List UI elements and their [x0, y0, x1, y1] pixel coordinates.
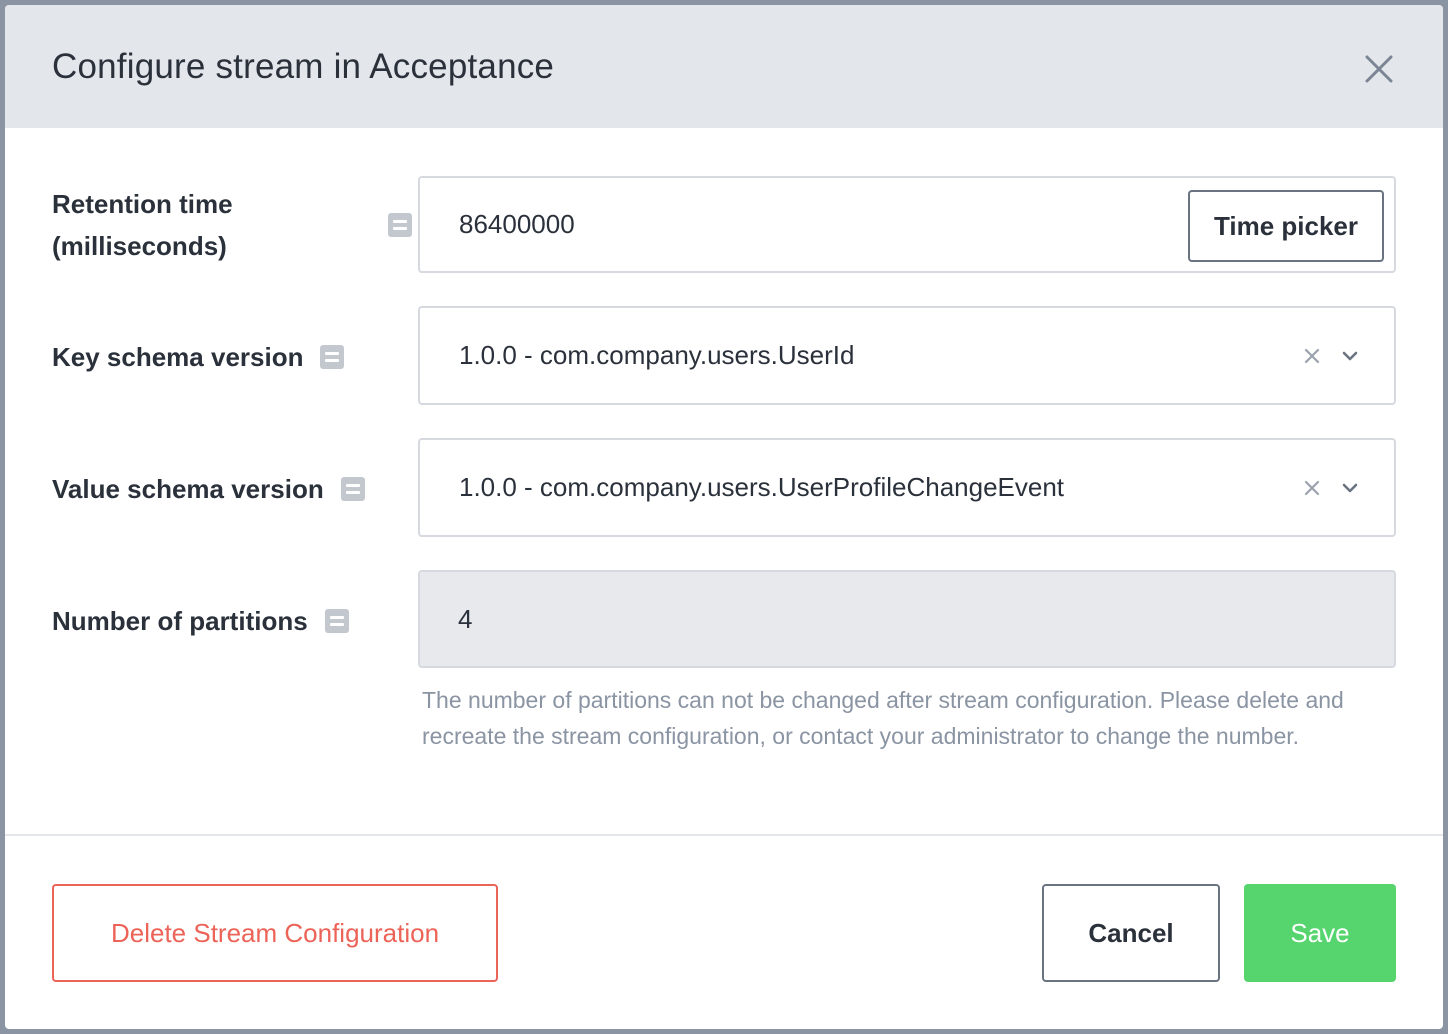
key-schema-value: 1.0.0 - com.company.users.UserId — [459, 340, 855, 370]
key-schema-select[interactable]: 1.0.0 - com.company.users.UserId — [418, 306, 1396, 405]
partitions-input: 4 — [418, 570, 1396, 668]
configure-stream-modal: Configure stream in Acceptance Retention… — [5, 5, 1443, 1029]
modal-header: Configure stream in Acceptance — [5, 5, 1443, 128]
footer-divider — [5, 834, 1443, 836]
info-icon[interactable] — [324, 609, 349, 633]
save-button[interactable]: Save — [1244, 884, 1396, 982]
close-button[interactable] — [1359, 49, 1399, 89]
time-picker-button[interactable]: Time picker — [1188, 190, 1384, 262]
key-schema-label: Key schema version — [52, 342, 304, 372]
retention-label: Retention time (milliseconds) — [52, 189, 233, 261]
close-icon — [1365, 55, 1393, 83]
info-icon[interactable] — [320, 345, 345, 369]
info-icon[interactable] — [340, 477, 365, 501]
key-schema-label-group: Key schema version — [52, 336, 345, 378]
chevron-down-icon[interactable] — [1340, 346, 1360, 366]
clear-icon[interactable] — [1302, 478, 1322, 498]
select-controls — [1302, 440, 1360, 535]
chevron-down-icon[interactable] — [1340, 478, 1360, 498]
value-schema-label-group: Value schema version — [52, 468, 365, 510]
select-controls — [1302, 308, 1360, 403]
retention-time-input[interactable]: 86400000 Time picker — [418, 176, 1396, 273]
info-icon[interactable] — [388, 213, 412, 237]
partitions-help-text: The number of partitions can not be chan… — [422, 687, 1344, 749]
partitions-label-group: Number of partitions — [52, 600, 349, 642]
delete-stream-configuration-button[interactable]: Delete Stream Configuration — [52, 884, 498, 982]
modal-title: Configure stream in Acceptance — [52, 46, 555, 86]
value-schema-label: Value schema version — [52, 474, 324, 504]
partitions-value: 4 — [458, 603, 473, 634]
value-schema-value: 1.0.0 - com.company.users.UserProfileCha… — [459, 472, 1065, 502]
retention-label-group: Retention time (milliseconds) — [52, 183, 412, 267]
partitions-label: Number of partitions — [52, 606, 308, 636]
cancel-button[interactable]: Cancel — [1042, 884, 1220, 982]
clear-icon[interactable] — [1302, 346, 1322, 366]
value-schema-select[interactable]: 1.0.0 - com.company.users.UserProfileCha… — [418, 438, 1396, 537]
